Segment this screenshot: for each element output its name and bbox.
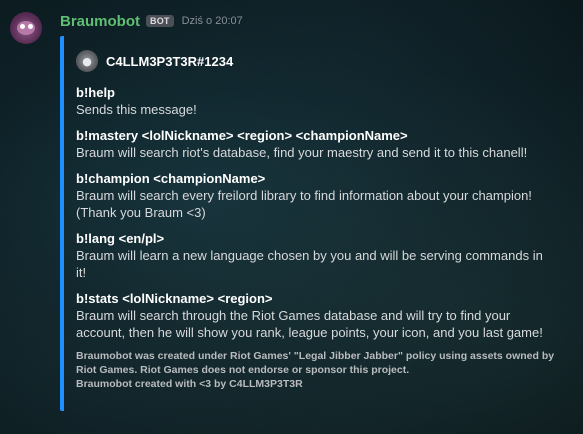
footer-line: Braumobot created with <3 by C4LLM3P3T3R [76, 378, 303, 390]
embed: ● C4LLM3P3T3R#1234 b!help Sends this mes… [64, 36, 564, 411]
field-value: Braum will learn a new language chosen b… [76, 248, 543, 280]
field-champion: b!champion <championName> Braum will sea… [76, 170, 556, 221]
field-name: b!help [76, 85, 115, 100]
field-value-line: Braum will search every freilord library… [76, 188, 532, 203]
field-value-line: (Thank you Braum <3) [76, 205, 206, 220]
field-name: b!mastery <lolNickname> <region> <champi… [76, 128, 408, 143]
avatar-eye-right [28, 24, 33, 29]
field-value: Sends this message! [76, 102, 197, 117]
field-stats: b!stats <lolNickname> <region> Braum wil… [76, 290, 556, 341]
field-mastery: b!mastery <lolNickname> <region> <champi… [76, 127, 556, 161]
timestamp: Dziś o 20:07 [181, 15, 243, 27]
embed-fields: b!help Sends this message! b!mastery <lo… [76, 84, 556, 350]
bot-avatar[interactable] [10, 12, 42, 44]
footer-line: Braumobot was created under Riot Games' … [76, 350, 555, 362]
field-name: b!lang <en/pl> [76, 231, 165, 246]
embed-footer: Braumobot was created under Riot Games' … [76, 349, 556, 391]
field-value-line: account, then he will show you rank, lea… [76, 325, 543, 340]
field-value: Braum will search riot's database, find … [76, 145, 528, 160]
field-name: b!stats <lolNickname> <region> [76, 291, 273, 306]
field-value-line: Braum will search through the Riot Games… [76, 308, 511, 323]
author-name: C4LLM3P3T3R#1234 [106, 53, 234, 69]
author-avatar-icon: ● [76, 50, 98, 72]
footer-line: Riot Games. Riot Games does not endorse … [76, 364, 410, 376]
field-name: b!champion <championName> [76, 171, 266, 186]
username[interactable]: Braumobot [60, 13, 140, 30]
field-help: b!help Sends this message! [76, 84, 556, 118]
message-header: Braumobot BOT Dziś o 20:07 [60, 11, 243, 31]
embed-author: ● C4LLM3P3T3R#1234 [76, 50, 233, 72]
avatar-eye-left [20, 24, 25, 29]
chat-message: Braumobot BOT Dziś o 20:07 ● C4LLM3P3T3R… [0, 0, 583, 434]
field-lang: b!lang <en/pl> Braum will learn a new la… [76, 230, 556, 281]
bot-badge: BOT [146, 15, 174, 27]
